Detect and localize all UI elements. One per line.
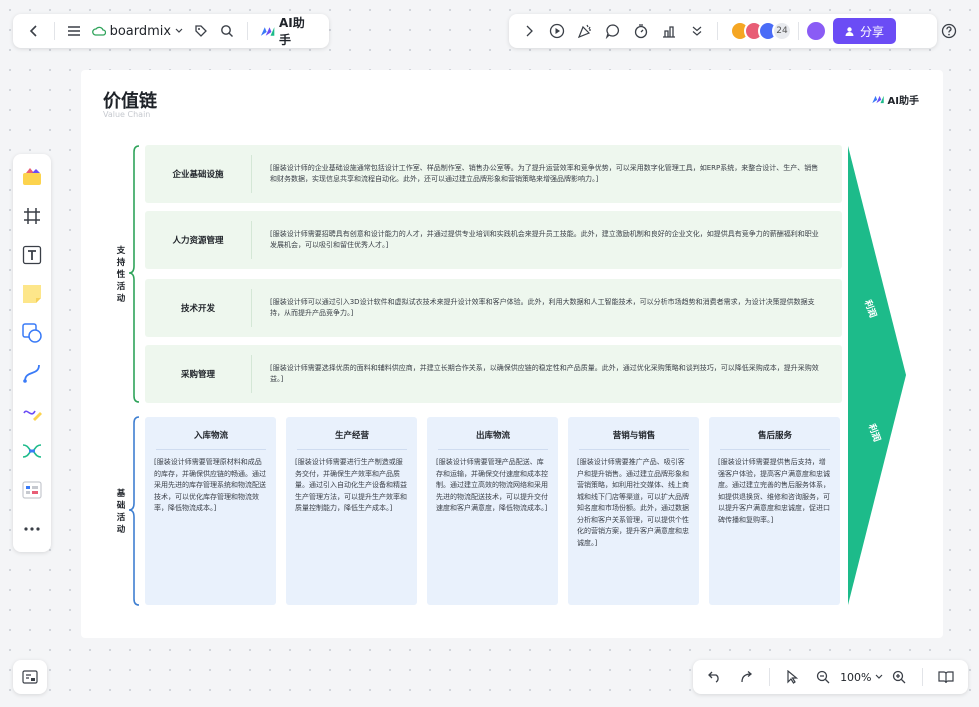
card-ai-label: AI助手 — [887, 96, 919, 107]
support-bracket — [128, 145, 140, 403]
search-icon[interactable] — [214, 17, 241, 45]
help-button[interactable] — [932, 14, 966, 48]
minimap-icon — [22, 670, 38, 684]
user-avatar[interactable] — [805, 20, 827, 42]
celebrate-icon[interactable] — [571, 17, 599, 45]
primary-col-title: 营销与销售 — [579, 429, 689, 450]
avatar-count: 24 — [772, 21, 792, 41]
ai-logo-icon — [260, 26, 274, 36]
ai-assistant-button[interactable]: AI助手 — [254, 14, 321, 48]
primary-col-title: 入库物流 — [156, 429, 266, 450]
card-ai-button[interactable]: AI助手 — [871, 92, 919, 107]
back-chevron-icon[interactable] — [21, 17, 48, 45]
support-row-infrastructure[interactable]: 企业基础设施 [服装设计师的企业基础设施通常包括设计工作室、样品制作室、销售办公… — [145, 145, 842, 203]
workspace-selector[interactable]: boardmix — [88, 24, 188, 39]
support-row-title: 技术开发 — [180, 304, 215, 314]
margin-label-bottom: 利润 — [865, 422, 882, 444]
text-tool-icon[interactable] — [17, 240, 47, 270]
tag-icon[interactable] — [187, 17, 214, 45]
value-chain-board[interactable]: 价值链 Value Chain AI助手 支持性活动 基础活动 利润 利润 企业… — [81, 70, 943, 638]
page-subtitle: Value Chain — [103, 110, 151, 119]
collaborators[interactable]: 24 — [730, 21, 792, 41]
support-activities-label: 支持性活动 — [116, 246, 126, 304]
user-add-icon — [845, 26, 854, 36]
primary-activities-label: 基础活动 — [116, 489, 126, 535]
ai-logo-icon — [871, 95, 884, 104]
divider — [53, 22, 55, 40]
support-row-title: 企业基础设施 — [172, 170, 224, 180]
primary-col-text: [服装设计师需要管理产品配送、库存和运输，并确保交付速度和成本控制。通过建立高效… — [436, 458, 548, 512]
zoom-in-icon[interactable] — [885, 663, 913, 691]
frame-tool-icon[interactable] — [17, 201, 47, 231]
support-row-title: 人力资源管理 — [172, 236, 224, 246]
divider — [922, 668, 924, 686]
bottom-toolbar: 100% — [693, 660, 968, 694]
primary-col-title: 出库物流 — [438, 429, 548, 450]
sticky-note-tool-icon[interactable] — [17, 279, 47, 309]
zoom-out-icon[interactable] — [809, 663, 837, 691]
primary-col-title: 售后服务 — [720, 429, 830, 450]
top-right-toolbar: 24 分享 — [509, 14, 937, 48]
menu-icon[interactable] — [61, 17, 88, 45]
top-left-toolbar: boardmix AI助手 — [13, 14, 329, 48]
redo-icon[interactable] — [732, 663, 760, 691]
primary-col-inbound[interactable]: 入库物流 [服装设计师需要管理原材料和成品的库存，并确保供应链的畅通。通过采用先… — [145, 417, 276, 605]
primary-col-marketing[interactable]: 营销与销售 [服装设计师需要推广产品、吸引客户和提升销售。通过建立品牌形象和营销… — [568, 417, 699, 605]
margin-label-top: 利润 — [861, 298, 878, 320]
pen-tool-icon[interactable] — [17, 397, 47, 427]
brand-name: boardmix — [109, 23, 172, 39]
support-row-hr[interactable]: 人力资源管理 [服装设计师需要招聘具有创意和设计能力的人才，并通过提供专业培训和… — [145, 211, 842, 269]
support-row-text: [服装设计师可以通过引入3D设计软件和虚拟试衣技术来提升设计效率和客户体验。此外… — [270, 298, 815, 317]
primary-col-text: [服装设计师需要管理原材料和成品的库存，并确保供应链的畅通。通过采用先进的库存管… — [154, 458, 266, 512]
support-row-text: [服装设计师的企业基础设施通常包括设计工作室、样品制作室、销售办公室等。为了提升… — [270, 164, 819, 183]
select-cursor-icon[interactable] — [778, 663, 806, 691]
zoom-level-select[interactable]: 100% — [840, 671, 882, 684]
primary-bracket — [128, 416, 140, 606]
mindmap-tool-icon[interactable] — [17, 436, 47, 466]
primary-col-operations[interactable]: 生产经营 [服装设计师需要进行生产制造或服务交付，并确保生产效率和产品质量。通过… — [286, 417, 417, 605]
primary-col-text: [服装设计师需要进行生产制造或服务交付，并确保生产效率和产品质量。通过引入自动化… — [295, 458, 407, 512]
margin-arrow — [848, 146, 906, 605]
chevron-right-icon[interactable] — [515, 17, 543, 45]
chevron-down-icon — [875, 674, 882, 679]
vote-icon[interactable] — [655, 17, 683, 45]
minimap-button[interactable] — [13, 660, 47, 694]
more-tools-icon[interactable] — [17, 514, 47, 544]
support-row-text: [服装设计师需要选择优质的面料和辅料供应商，并建立长期合作关系，以确保供应链的稳… — [270, 364, 819, 383]
table-tool-icon[interactable] — [17, 475, 47, 505]
help-icon — [941, 23, 957, 39]
more-chevron-icon[interactable] — [683, 17, 711, 45]
share-label: 分享 — [860, 24, 885, 39]
cloud-icon — [91, 26, 106, 36]
primary-col-title: 生产经营 — [297, 429, 407, 450]
primary-col-text: [服装设计师需要推广产品、吸引客户和提升销售。通过建立品牌形象和营销策略，如利用… — [577, 458, 689, 547]
chevron-down-icon — [175, 28, 183, 33]
divider — [717, 22, 718, 40]
book-icon[interactable] — [932, 663, 960, 691]
divider — [798, 22, 799, 40]
ai-label: AI助手 — [278, 16, 305, 47]
undo-icon[interactable] — [701, 663, 729, 691]
primary-col-text: [服装设计师需要提供售后支持，增强客户体验，提高客户满意度和忠诚度。通过建立完善… — [718, 458, 830, 524]
support-row-text: [服装设计师需要招聘具有创意和设计能力的人才，并通过提供专业培训和实践机会来提升… — [270, 230, 819, 249]
support-row-title: 采购管理 — [180, 370, 215, 380]
left-toolbar — [13, 154, 51, 552]
play-icon[interactable] — [543, 17, 571, 45]
shape-tool-icon[interactable] — [17, 318, 47, 348]
timer-icon[interactable] — [627, 17, 655, 45]
divider — [246, 22, 248, 40]
primary-col-outbound[interactable]: 出库物流 [服装设计师需要管理产品配送、库存和运输，并确保交付速度和成本控制。通… — [427, 417, 558, 605]
support-row-procurement[interactable]: 采购管理 [服装设计师需要选择优质的面料和辅料供应商，并建立长期合作关系，以确保… — [145, 345, 842, 403]
connector-tool-icon[interactable] — [17, 358, 47, 388]
template-tool-icon[interactable] — [17, 162, 47, 192]
primary-col-service[interactable]: 售后服务 [服装设计师需要提供售后支持，增强客户体验，提高客户满意度和忠诚度。通… — [709, 417, 840, 605]
share-button[interactable]: 分享 — [833, 18, 897, 44]
zoom-level: 100% — [840, 670, 872, 684]
comment-icon[interactable] — [599, 17, 627, 45]
support-row-technology[interactable]: 技术开发 [服装设计师可以通过引入3D设计软件和虚拟试衣技术来提升设计效率和客户… — [145, 279, 842, 337]
divider — [768, 668, 770, 686]
